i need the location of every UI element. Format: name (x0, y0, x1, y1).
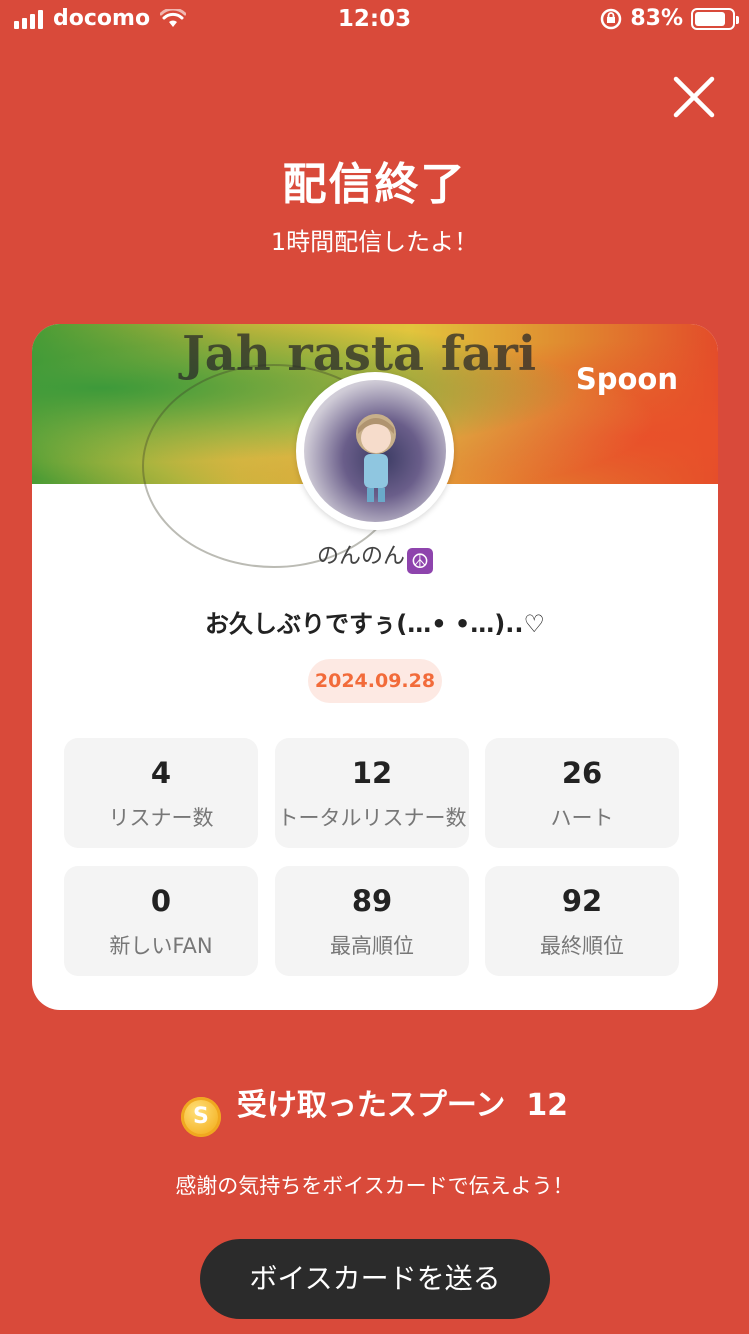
spoons-count: 12 (526, 1088, 569, 1123)
orientation-lock-icon (601, 8, 622, 29)
avatar-character-icon (356, 414, 396, 502)
thanks-text: 感謝の気持ちをボイスカードで伝えよう！ (175, 1174, 574, 1198)
status-bar: docomo 12:03 83% (0, 0, 749, 40)
page-subtitle: 1時間配信したよ！ (270, 228, 479, 256)
stat-value: 12 (351, 756, 393, 790)
stat-hearts: 26 ハート (485, 738, 679, 848)
close-icon[interactable] (669, 72, 719, 122)
avatar-image (304, 380, 446, 522)
stat-total-listeners: 12 トータルリスナー数 (275, 738, 469, 848)
peace-icon: ☮ (407, 548, 433, 574)
battery-icon (691, 7, 739, 30)
avatar (296, 372, 454, 530)
stat-new-fans: 0 新しいFAN (64, 866, 258, 976)
battery-percent: 83% (630, 6, 683, 31)
username: のんのん ☮ (32, 538, 718, 574)
stat-label: 新しいFAN (109, 934, 213, 958)
stat-highest-rank: 89 最高順位 (275, 866, 469, 976)
username-text: のんのん (316, 544, 405, 569)
spoon-coin-icon: S (180, 1097, 221, 1137)
stat-value: 4 (150, 756, 172, 790)
date-badge: 2024.09.28 (308, 659, 442, 703)
status-right: 83% (600, 6, 739, 31)
broadcast-summary-card: Jah rasta fari Spoon のんのん ☮ お久しぶりですぅ(…• •… (32, 324, 718, 1010)
spoon-logo: Spoon (575, 362, 678, 396)
battery-level (695, 11, 725, 26)
stat-label: ハート (550, 806, 614, 830)
stat-listeners: 4 リスナー数 (64, 738, 258, 848)
spoons-label: 受け取ったスプーン (236, 1088, 506, 1123)
stat-value: 0 (150, 884, 172, 918)
stat-label: リスナー数 (108, 806, 214, 830)
spoons-received: S 受け取ったスプーン 12 (0, 1080, 749, 1137)
send-voice-card-button[interactable]: ボイスカードを送る (200, 1239, 550, 1319)
stat-label: トータルリスナー数 (277, 806, 467, 830)
stat-label: 最高順位 (330, 934, 414, 958)
stat-label: 最終順位 (540, 934, 624, 958)
page-title: 配信終了 (282, 159, 467, 210)
stat-final-rank: 92 最終順位 (485, 866, 679, 976)
stat-value: 26 (561, 756, 603, 790)
broadcast-title: お久しぶりですぅ(…• •…)..♡ (204, 610, 545, 638)
stat-value: 92 (561, 884, 603, 918)
stat-value: 89 (351, 884, 393, 918)
